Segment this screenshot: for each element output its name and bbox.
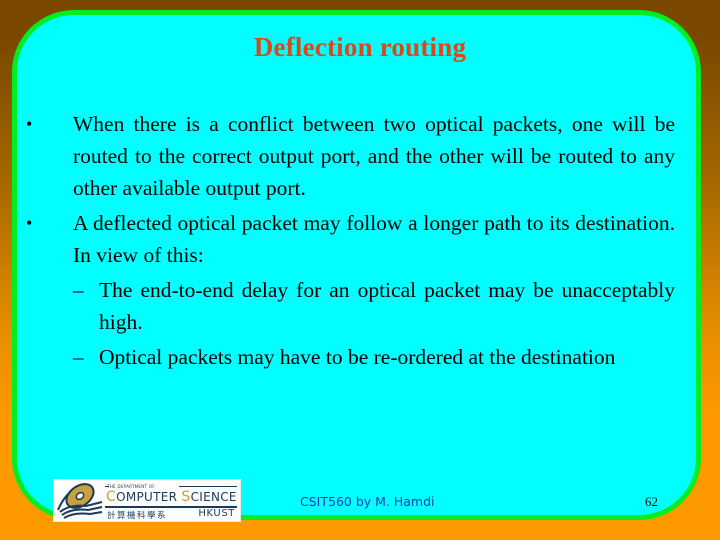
bullet-icon: • [26, 114, 33, 134]
logo-chinese-name: 計算機科學系 [107, 511, 168, 521]
logo-department-name: COMPUTER SCIENCE [106, 489, 237, 505]
sub-bullet-item: – The end-to-end delay for an optical pa… [26, 274, 675, 338]
sub-bullet-text: The end-to-end delay for an optical pack… [99, 278, 675, 334]
sub-bullet-text: Optical packets may have to be re-ordere… [99, 345, 616, 369]
book-disc-icon [57, 483, 103, 519]
logo-university: HKUST [198, 508, 235, 519]
bullet-item: • When there is a conflict between two o… [26, 108, 675, 204]
footer-course-author: CSIT560 by M. Hamdi [300, 494, 435, 509]
bullet-item: • A deflected optical packet may follow … [26, 207, 675, 271]
department-logo: THE DEPARTMENT OF COMPUTER SCIENCE 計算機科學… [54, 480, 240, 521]
dash-icon: – [73, 345, 84, 369]
dash-icon: – [73, 278, 84, 302]
bullet-icon: • [26, 213, 33, 233]
slide-content: • When there is a conflict between two o… [26, 108, 675, 376]
slide-title: Deflection routing [253, 32, 467, 62]
page-number: 62 [645, 494, 658, 509]
bullet-text: When there is a conflict between two opt… [73, 112, 675, 200]
sub-bullet-item: – Optical packets may have to be re-orde… [26, 341, 675, 373]
bullet-text: A deflected optical packet may follow a … [73, 211, 675, 267]
